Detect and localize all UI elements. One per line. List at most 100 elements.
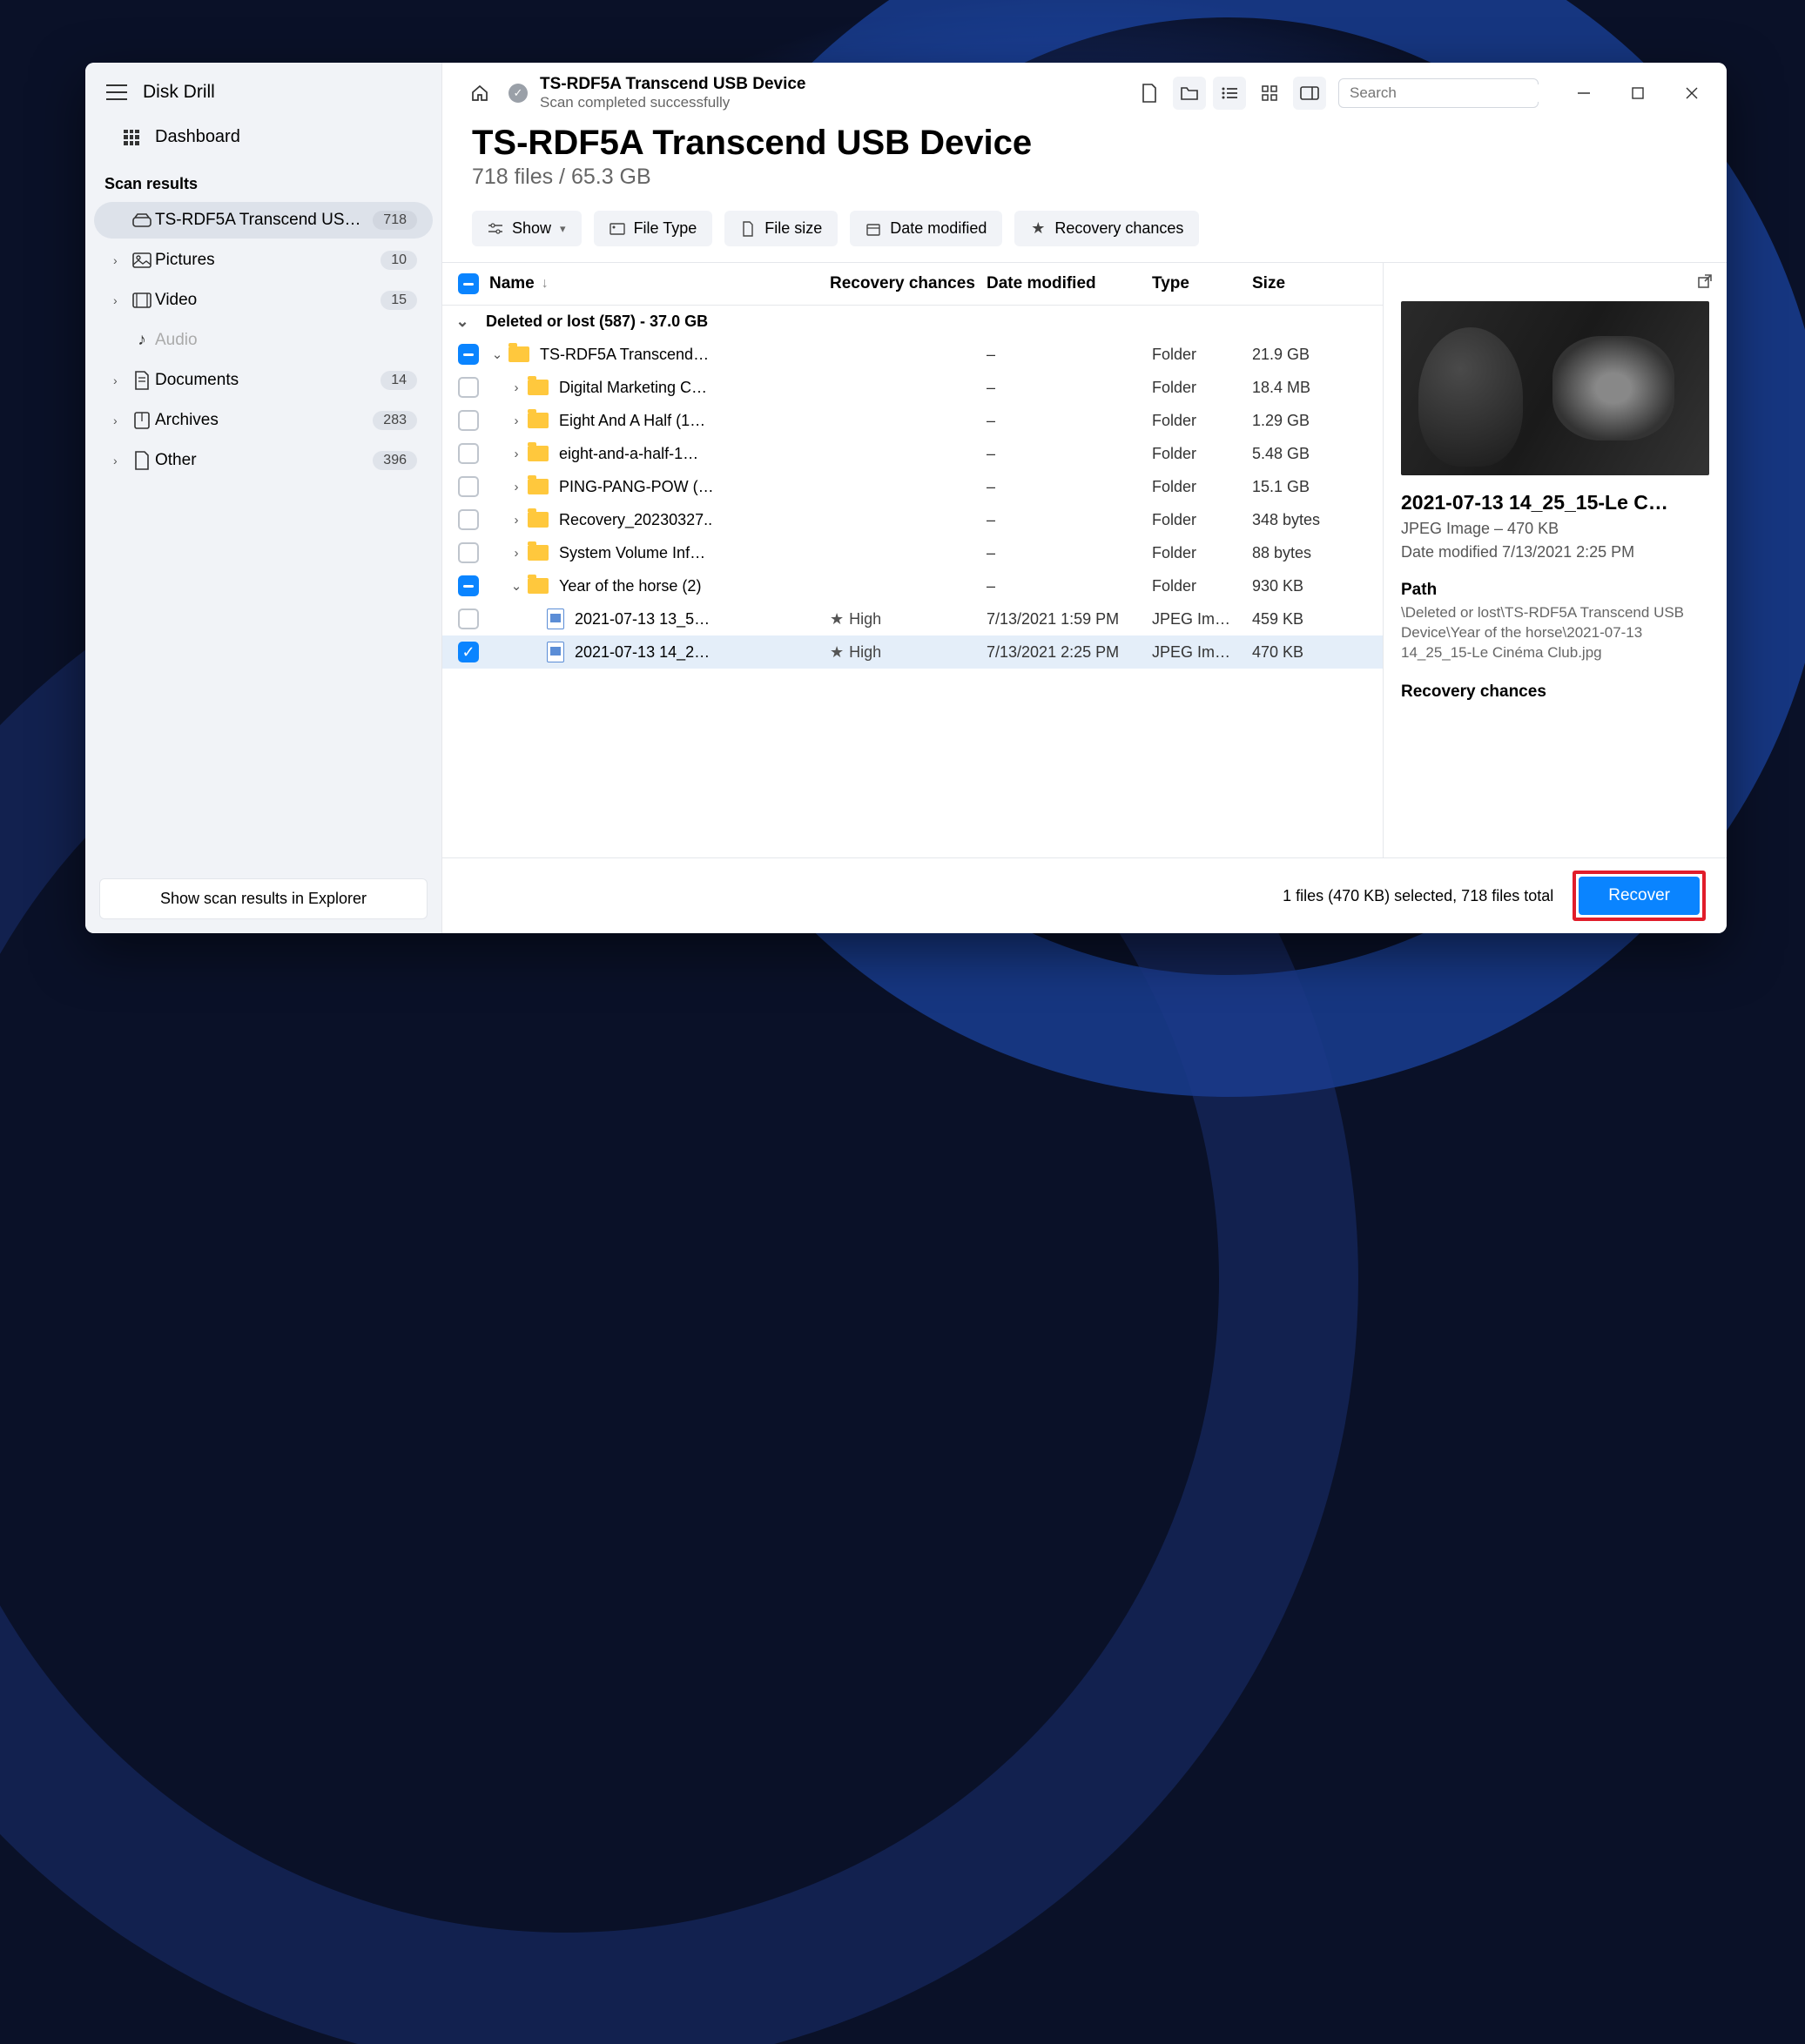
chevron-down-icon: ▾ [560,222,566,236]
row-checkbox[interactable] [451,410,486,431]
table-row[interactable]: ›eight-and-a-half-1…–Folder5.48 GB [442,437,1383,470]
details-meta: JPEG Image – 470 KB [1401,520,1709,538]
sidebar-item-count: 718 [373,211,417,230]
sidebar-item-count: 15 [381,291,417,310]
details-path: \Deleted or lost\TS-RDF5A Transcend USB … [1401,603,1709,663]
folder-icon [528,446,549,461]
row-date: – [987,412,1152,430]
row-checkbox[interactable] [451,443,486,464]
show-in-explorer-button[interactable]: Show scan results in Explorer [99,878,428,919]
file-size-filter[interactable]: File size [724,211,838,246]
expand-toggle[interactable]: › [505,414,528,428]
row-name: Digital Marketing C… [559,379,830,397]
archive-icon [129,411,155,430]
folder-icon [528,413,549,428]
preview-image [1401,301,1709,475]
row-recovery: ★High [830,610,987,629]
sidebar: Disk Drill Dashboard Scan results TS-RDF… [85,63,442,933]
row-checkbox[interactable] [451,344,486,365]
table-row[interactable]: ✓2021-07-13 14_2…★High7/13/2021 2:25 PMJ… [442,635,1383,669]
image-icon [129,252,155,268]
expand-toggle[interactable]: › [505,513,528,528]
list-view-icon[interactable] [1213,77,1246,110]
table-row[interactable]: ›Recovery_20230327..–Folder348 bytes [442,503,1383,536]
expand-toggle[interactable]: › [505,546,528,561]
status-bar: 1 files (470 KB) selected, 718 files tot… [442,857,1727,933]
column-date[interactable]: Date modified [987,274,1152,293]
expand-toggle[interactable]: ⌄ [505,578,528,594]
folder-icon [528,512,549,528]
expand-toggle[interactable]: › [505,447,528,461]
row-name: TS-RDF5A Transcend… [540,346,830,364]
file-view-icon[interactable] [1133,77,1166,110]
row-date: 7/13/2021 1:59 PM [987,610,1152,629]
sidebar-item-documents[interactable]: › Documents 14 [94,362,433,399]
table-row[interactable]: ›Digital Marketing C…–Folder18.4 MB [442,371,1383,404]
row-checkbox[interactable] [451,575,486,596]
group-label: Deleted or lost (587) - 37.0 GB [486,313,708,331]
popout-icon[interactable] [1697,273,1713,289]
search-box[interactable] [1338,78,1539,108]
expand-toggle[interactable]: ⌄ [486,346,508,362]
sidebar-item-other[interactable]: › Other 396 [94,442,433,479]
row-type: JPEG Im… [1152,610,1252,629]
table-row[interactable]: ›System Volume Inf…–Folder88 bytes [442,536,1383,569]
column-recovery[interactable]: Recovery chances [830,274,987,293]
star-icon: ★ [830,643,844,662]
table-row[interactable]: ›Eight And A Half (1…–Folder1.29 GB [442,404,1383,437]
grid-view-icon[interactable] [1253,77,1286,110]
selection-status: 1 files (470 KB) selected, 718 files tot… [1283,887,1553,905]
home-icon[interactable] [463,77,496,110]
sidebar-dashboard[interactable]: Dashboard [85,115,441,159]
chevron-down-icon[interactable]: ⌄ [451,313,474,331]
row-checkbox[interactable] [451,608,486,629]
sidebar-item-pictures[interactable]: › Pictures 10 [94,242,433,279]
row-date: 7/13/2021 2:25 PM [987,643,1152,662]
expand-toggle[interactable]: › [505,380,528,395]
topbar-subtitle: Scan completed successfully [540,94,806,111]
sidebar-item-label: Other [155,451,373,470]
chip-label: File size [764,219,822,238]
file-type-filter[interactable]: File Type [594,211,713,246]
row-name: PING-PANG-POW (… [559,478,830,496]
table-row[interactable]: 2021-07-13 13_5…★High7/13/2021 1:59 PMJP… [442,602,1383,635]
hamburger-icon[interactable] [106,84,127,100]
row-checkbox[interactable] [451,542,486,563]
group-row[interactable]: ⌄ Deleted or lost (587) - 37.0 GB [442,306,1383,338]
column-type[interactable]: Type [1152,274,1252,293]
table-row[interactable]: ⌄TS-RDF5A Transcend…–Folder21.9 GB [442,338,1383,371]
folder-view-icon[interactable] [1173,77,1206,110]
sidebar-item-video[interactable]: › Video 15 [94,282,433,319]
search-input[interactable] [1350,84,1542,102]
file-icon [547,642,564,662]
sidebar-item-archives[interactable]: › Archives 283 [94,402,433,439]
panel-view-icon[interactable] [1293,77,1326,110]
row-date: – [987,544,1152,562]
image-icon [610,221,625,237]
show-filter[interactable]: Show ▾ [472,211,582,246]
maximize-button[interactable] [1620,76,1655,111]
column-size[interactable]: Size [1252,274,1365,293]
folder-icon [528,479,549,494]
row-checkbox[interactable]: ✓ [451,642,486,662]
close-button[interactable] [1674,76,1709,111]
sidebar-item-device[interactable]: TS-RDF5A Transcend US… 718 [94,202,433,239]
expand-toggle[interactable]: › [505,480,528,494]
row-size: 5.48 GB [1252,445,1365,463]
date-modified-filter[interactable]: Date modified [850,211,1002,246]
sidebar-item-audio[interactable]: ♪ Audio [94,322,433,359]
table-row[interactable]: ›PING-PANG-POW (…–Folder15.1 GB [442,470,1383,503]
column-name[interactable]: Name↓ [486,274,830,293]
table-row[interactable]: ⌄Year of the horse (2)–Folder930 KB [442,569,1383,602]
recover-button[interactable]: Recover [1579,877,1700,915]
row-checkbox[interactable] [451,377,486,398]
row-checkbox[interactable] [451,509,486,530]
row-checkbox[interactable] [451,476,486,497]
file-icon [740,221,756,237]
topbar: ✓ TS-RDF5A Transcend USB Device Scan com… [442,63,1727,117]
row-name: Recovery_20230327.. [559,511,830,529]
chip-label: Date modified [890,219,987,238]
recovery-chances-filter[interactable]: ★ Recovery chances [1014,211,1199,246]
minimize-button[interactable] [1566,76,1601,111]
select-all-checkbox[interactable] [451,273,486,294]
